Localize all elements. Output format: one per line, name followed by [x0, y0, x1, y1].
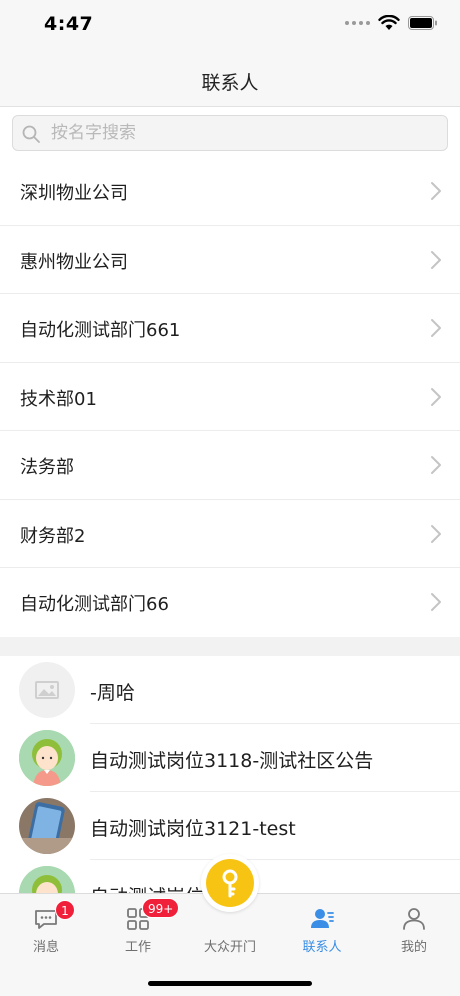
- open-door-circle: [206, 859, 254, 907]
- wifi-icon: [378, 15, 400, 30]
- department-item[interactable]: 深圳物业公司: [0, 157, 460, 226]
- chevron-right-icon: [431, 387, 441, 406]
- contact-name: 自动测试岗位3118-测试社区公告: [90, 750, 374, 772]
- chevron-right-icon: [431, 319, 441, 337]
- nav-bar: 联系人: [0, 52, 460, 107]
- department-label: 深圳物业公司: [20, 183, 128, 204]
- status-bar: 4:47: [0, 0, 460, 52]
- tab-label: 工作: [124, 940, 151, 955]
- chevron-right-icon: [431, 182, 441, 200]
- tab-label: 消息: [32, 940, 59, 955]
- tab-profile[interactable]: 我的: [368, 894, 460, 964]
- department-list: 深圳物业公司 惠州物业公司 自动化测试部门661 技术部01 法务部 财务部2 …: [0, 157, 460, 637]
- chevron-right-icon: [431, 593, 441, 611]
- tab-messages[interactable]: 1 消息: [0, 894, 92, 964]
- home-indicator: [148, 981, 312, 986]
- tab-label: 大众开门: [203, 940, 256, 955]
- search-icon: [22, 125, 40, 143]
- tab-label: 我的: [400, 940, 427, 955]
- tab-work[interactable]: 99+ 工作: [92, 894, 184, 964]
- avatar-cartoon-girl-icon: [19, 730, 75, 786]
- section-divider: [0, 637, 460, 656]
- contact-name: -周哈: [90, 682, 135, 704]
- page-title: 联系人: [201, 72, 259, 94]
- search-input[interactable]: [51, 116, 431, 150]
- search-bar: [0, 107, 460, 157]
- department-label: 财务部2: [20, 525, 86, 547]
- contact-item[interactable]: -周哈: [0, 656, 460, 724]
- department-item[interactable]: 法务部: [0, 431, 460, 500]
- department-label: 自动化测试部门661: [20, 320, 181, 341]
- key-icon: [222, 869, 238, 898]
- chevron-right-icon: [431, 250, 441, 269]
- chevron-right-icon: [431, 456, 441, 474]
- department-item[interactable]: 财务部2: [0, 499, 460, 568]
- open-door-button[interactable]: [201, 854, 259, 912]
- search-box[interactable]: [12, 115, 448, 151]
- message-badge: 1: [55, 900, 75, 920]
- contact-name: 自动测试岗位3121-test: [90, 818, 296, 840]
- department-item[interactable]: 技术部01: [0, 362, 460, 431]
- department-label: 法务部: [20, 457, 74, 478]
- battery-icon: [408, 16, 437, 30]
- avatar-cartoon-girl-icon: [19, 866, 75, 894]
- signal-icon: [345, 21, 370, 25]
- contact-item[interactable]: 自动测试岗位3118-测试社区公告: [0, 724, 460, 792]
- person-icon: [403, 908, 425, 930]
- status-time: 4:47: [44, 13, 94, 35]
- department-item[interactable]: 惠州物业公司: [0, 225, 460, 294]
- work-badge: 99+: [142, 898, 180, 918]
- status-indicators: [345, 15, 438, 31]
- tab-contacts[interactable]: 联系人: [276, 894, 368, 964]
- avatar-placeholder-icon: [19, 662, 75, 718]
- tab-label: 联系人: [302, 940, 342, 955]
- department-item[interactable]: 自动化测试部门661: [0, 294, 460, 363]
- department-label: 技术部01: [20, 388, 97, 410]
- department-label: 自动化测试部门66: [20, 594, 169, 615]
- department-item[interactable]: 自动化测试部门66: [0, 568, 460, 637]
- avatar-photo-icon: [19, 798, 75, 854]
- contacts-icon: [311, 909, 334, 928]
- contact-item[interactable]: 自动测试岗位3121-test: [0, 792, 460, 860]
- chevron-right-icon: [431, 524, 441, 543]
- department-label: 惠州物业公司: [20, 251, 128, 273]
